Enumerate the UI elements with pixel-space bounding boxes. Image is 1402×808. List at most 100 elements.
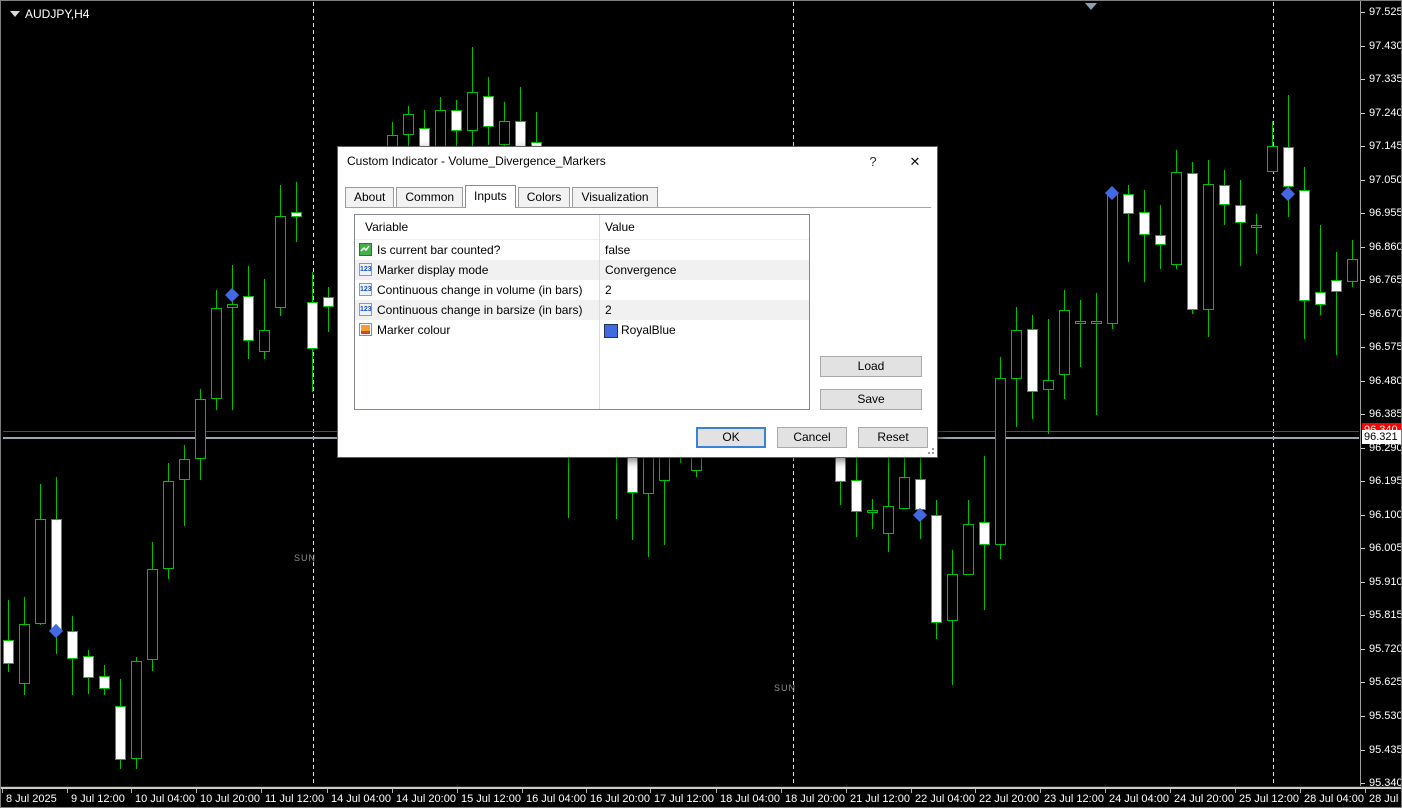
price-tick bbox=[1361, 12, 1365, 13]
bid-price-badge: 96.321 bbox=[1362, 429, 1401, 444]
candle-body bbox=[131, 660, 142, 759]
param-name: Marker display mode bbox=[377, 263, 489, 277]
time-tick-label: 18 Jul 20:00 bbox=[785, 793, 845, 805]
price-tick bbox=[1361, 45, 1365, 47]
candle-body bbox=[1011, 330, 1022, 380]
candle-body bbox=[1203, 184, 1214, 311]
candle-wick bbox=[1256, 214, 1257, 254]
custom-indicator-dialog: Custom Indicator - Volume_Divergence_Mar… bbox=[337, 146, 938, 458]
price-tick-label: 96.765 bbox=[1369, 274, 1402, 287]
candle-body bbox=[147, 568, 158, 661]
candle-body bbox=[1107, 191, 1118, 325]
time-tick bbox=[1105, 789, 1106, 793]
number-icon: 123 bbox=[359, 303, 372, 316]
param-rows: Is current bar counted? false 123 Marker di… bbox=[355, 240, 809, 409]
param-name: Is current bar counted? bbox=[377, 243, 501, 257]
time-tick bbox=[196, 789, 197, 793]
price-tick-label: 95.530 bbox=[1369, 710, 1402, 722]
param-row[interactable]: 123 Continuous change in volume (in bars)… bbox=[355, 280, 809, 300]
candle-body bbox=[931, 515, 942, 624]
price-tick-label: 97.430 bbox=[1369, 39, 1402, 52]
tab-about[interactable]: About bbox=[345, 187, 395, 207]
price-tick bbox=[1361, 716, 1365, 717]
candle-body bbox=[1155, 234, 1166, 245]
time-tick bbox=[911, 789, 912, 793]
time-tick-label: 24 Jul 20:00 bbox=[1174, 793, 1234, 805]
tab-inputs[interactable]: Inputs bbox=[465, 185, 516, 208]
time-tick-label: 10 Jul 20:00 bbox=[200, 793, 260, 805]
candle-body bbox=[979, 522, 990, 546]
reset-button[interactable]: Reset bbox=[858, 427, 928, 448]
candle-body bbox=[83, 655, 94, 679]
week-separator-line bbox=[313, 2, 314, 786]
triangle-down-icon bbox=[10, 11, 20, 17]
candle-body bbox=[1027, 329, 1038, 392]
price-tick-label: 95.720 bbox=[1369, 642, 1402, 655]
tab-colors[interactable]: Colors bbox=[517, 187, 571, 207]
candle-body bbox=[883, 505, 894, 535]
help-icon[interactable]: ? bbox=[861, 152, 885, 171]
tab-visualization[interactable]: Visualization bbox=[572, 187, 658, 207]
price-tick-label: 97.050 bbox=[1369, 173, 1402, 186]
candle-body bbox=[1315, 292, 1326, 306]
param-name: Marker colour bbox=[377, 323, 451, 337]
mt4-chart-window: SUN SUN AUDJPY,H4 97.525 97.430 97.335 97.24… bbox=[0, 0, 1402, 808]
candle-body bbox=[1219, 185, 1230, 205]
candle-body bbox=[1187, 172, 1198, 311]
price-tick-label: 96.480 bbox=[1369, 374, 1402, 387]
price-tick-label: 96.575 bbox=[1369, 341, 1402, 354]
cancel-button[interactable]: Cancel bbox=[777, 427, 847, 448]
candle-body bbox=[467, 92, 478, 132]
time-tick-label: 25 Jul 12:00 bbox=[1239, 793, 1299, 805]
time-tick bbox=[67, 789, 68, 793]
candle-body bbox=[915, 479, 926, 511]
save-button[interactable]: Save bbox=[820, 389, 922, 410]
price-tick bbox=[1361, 682, 1365, 684]
param-row[interactable]: Is current bar counted? false bbox=[355, 240, 809, 260]
resize-grip-icon[interactable] bbox=[926, 446, 934, 454]
load-button[interactable]: Load bbox=[820, 356, 922, 377]
price-tick bbox=[1361, 514, 1365, 516]
candle-wick bbox=[888, 455, 889, 553]
price-tick-label: 95.625 bbox=[1369, 676, 1402, 689]
dialog-titlebar[interactable]: Custom Indicator - Volume_Divergence_Mar… bbox=[338, 147, 937, 175]
week-separator-line bbox=[1273, 2, 1274, 786]
price-tick-label: 97.525 bbox=[1369, 6, 1402, 18]
candle-body bbox=[291, 212, 302, 217]
ok-button[interactable]: OK bbox=[696, 427, 766, 448]
price-tick-label: 95.815 bbox=[1369, 609, 1402, 622]
candle-body bbox=[1251, 225, 1262, 229]
time-tick bbox=[1040, 789, 1041, 793]
time-tick-label: 23 Jul 12:00 bbox=[1044, 793, 1104, 805]
candle-body bbox=[1139, 212, 1150, 235]
dialog-title: Custom Indicator - Volume_Divergence_Mar… bbox=[347, 154, 606, 168]
candle-body bbox=[451, 110, 462, 132]
price-tick-label: 97.145 bbox=[1369, 140, 1402, 153]
time-tick bbox=[781, 789, 782, 793]
candle-body bbox=[1283, 147, 1294, 188]
param-row[interactable]: Marker colour RoyalBlue bbox=[355, 320, 809, 340]
candle-body bbox=[1075, 321, 1086, 324]
dialog-tabstrip: About Common Inputs Colors Visualization bbox=[345, 185, 931, 208]
chart-shift-marker-icon bbox=[1085, 3, 1097, 10]
param-row[interactable]: 123 Continuous change in barsize (in bars… bbox=[355, 300, 809, 320]
param-row[interactable]: 123 Marker display mode Convergence bbox=[355, 260, 809, 280]
price-axis: 97.525 97.430 97.335 97.240 97.145 97.050 96.9… bbox=[1360, 1, 1402, 789]
candle-wick bbox=[1240, 180, 1241, 266]
candle-body bbox=[963, 523, 974, 576]
price-tick-label: 96.005 bbox=[1369, 542, 1402, 555]
candle-body bbox=[1347, 258, 1358, 282]
candle-body bbox=[947, 574, 958, 621]
number-icon: 123 bbox=[359, 283, 372, 296]
time-tick-label: 11 Jul 12:00 bbox=[265, 793, 325, 805]
column-header-variable: Variable bbox=[365, 220, 409, 234]
candle-body bbox=[259, 330, 270, 353]
candle-wick bbox=[328, 287, 329, 333]
candle-wick bbox=[1336, 251, 1337, 356]
time-tick bbox=[261, 789, 262, 793]
candle-body bbox=[67, 630, 78, 660]
close-icon[interactable]: ✕ bbox=[899, 151, 931, 172]
tab-common[interactable]: Common bbox=[396, 187, 464, 207]
candle-body bbox=[1171, 172, 1182, 265]
price-tick-label: 96.860 bbox=[1369, 240, 1402, 253]
